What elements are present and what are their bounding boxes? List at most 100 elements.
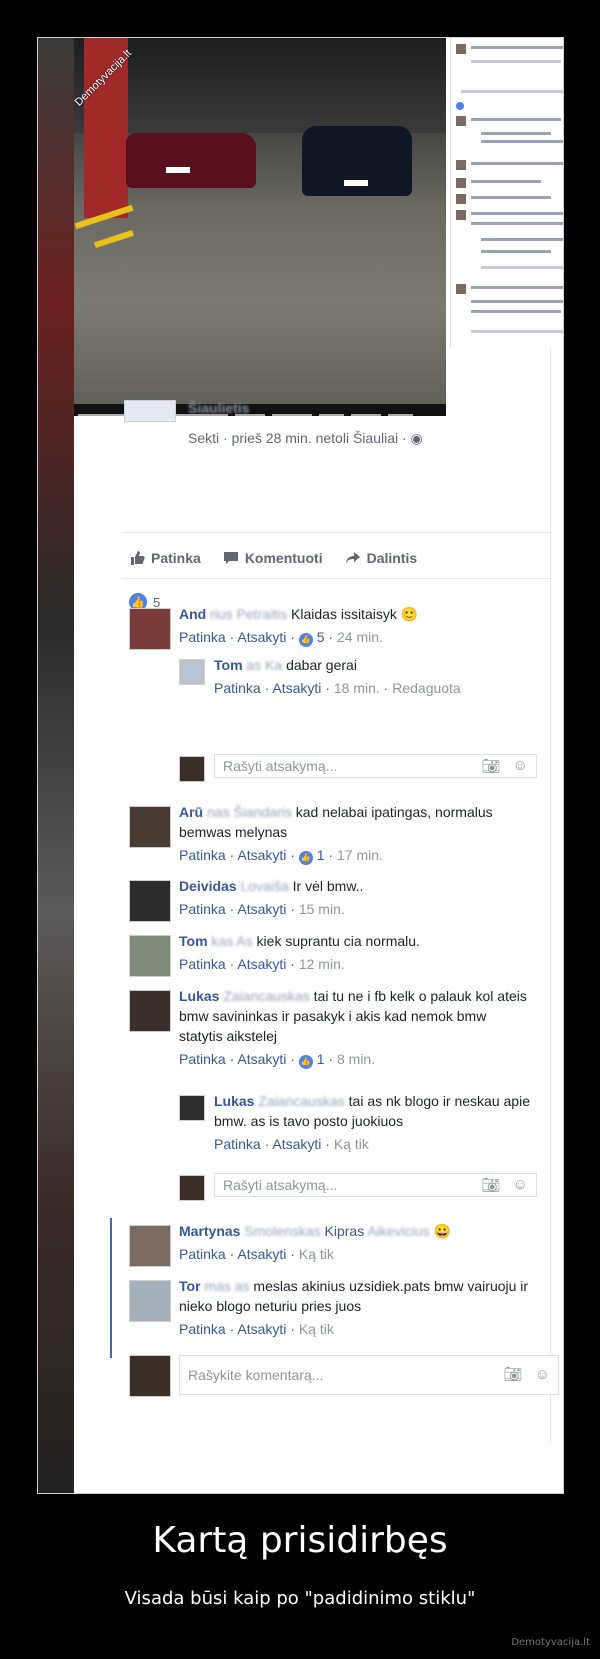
comment-text: kiek suprantu cia normalu. [256, 933, 420, 949]
reply-placeholder: Rašyti atsakymą... [223, 1177, 338, 1193]
commenter-name[interactable]: Martynas [179, 1223, 240, 1239]
share-icon [345, 552, 360, 564]
thumb-avatar [456, 44, 466, 54]
like-button[interactable]: Patinka [129, 546, 201, 570]
comment-like-link[interactable]: Patinka [179, 847, 226, 863]
commenter-name[interactable]: And [179, 606, 206, 622]
comment-like-link[interactable]: Patinka [214, 1136, 261, 1152]
commenter-name[interactable]: Tom [214, 657, 243, 673]
divider [122, 532, 552, 533]
comment-actions: Patinka · Atsakyti · 12 min. [179, 956, 345, 972]
reply-input[interactable]: Rašyti atsakymą... 📷︎ ☺ [214, 1173, 537, 1197]
comment-text: Klaidas issitaisyk 🙂 [291, 606, 419, 622]
commenter-surname: kas As [211, 933, 253, 949]
comment-reply-link[interactable]: Atsakyti [237, 847, 286, 863]
comment-input[interactable]: Rašykite komentarą... 📷︎ ☺ [179, 1355, 559, 1395]
red-car [126, 133, 256, 188]
poster-frame: Demotyvacija.lt Šiaulietis Sekti · prieš… [37, 37, 564, 1494]
comment-time: 8 min. [336, 1051, 376, 1067]
dark-bmw-car [302, 126, 412, 196]
avatar[interactable] [129, 935, 171, 977]
emoji-icon[interactable]: ☺ [513, 1176, 528, 1194]
comment-like-count[interactable]: 1 [317, 1051, 325, 1067]
tagged-user-surname: Aikevicius [367, 1223, 430, 1239]
emoji-icon[interactable]: ☺ [535, 1365, 550, 1385]
comment-actions: Patinka · Atsakyti · 15 min. [179, 901, 345, 917]
share-label: Dalintis [366, 550, 418, 566]
commenter-surname: Lovaiša [240, 878, 289, 894]
comment-actions: Patinka · Atsakyti · 18 min. · Redaguota [214, 680, 461, 696]
commenter-surname: rius Petraitis [210, 606, 288, 622]
reply-input[interactable]: Rašyti atsakymą... 📷︎ ☺ [214, 754, 537, 778]
commenter-name[interactable]: Lukas [179, 988, 219, 1004]
comment-time: 17 min. [336, 847, 383, 863]
avatar[interactable] [129, 1225, 171, 1267]
comment-actions: Patinka · Atsakyti · 👍 5 · 24 min. [179, 629, 383, 647]
post-meta-text: Sekti · prieš 28 min. netoli Šiauliai · [188, 430, 411, 446]
comment-like-link[interactable]: Patinka [179, 1051, 226, 1067]
commenter-name[interactable]: Deividas [179, 878, 237, 894]
camera-icon[interactable]: 📷︎ [482, 1176, 501, 1194]
comment-time: 15 min. [298, 901, 345, 917]
site-watermark: Demotyvacija.lt [511, 1637, 590, 1648]
author-avatar[interactable] [124, 400, 176, 422]
avatar[interactable] [129, 608, 171, 650]
comment-reply-link[interactable]: Atsakyti [272, 1136, 321, 1152]
comment-button[interactable]: Komentuoti [223, 546, 323, 570]
like-reaction-icon: 👍 [298, 1055, 313, 1069]
comment-time: 24 min. [336, 629, 383, 645]
commenter-name[interactable]: Tom [179, 933, 208, 949]
comment-reply-link[interactable]: Atsakyti [237, 629, 286, 645]
like-label: Patinka [151, 550, 201, 566]
comment-like-link[interactable]: Patinka [179, 1246, 226, 1262]
comment-reply-link[interactable]: Atsakyti [237, 1321, 286, 1337]
comment-like-link[interactable]: Patinka [179, 901, 226, 917]
post-meta: Sekti · prieš 28 min. netoli Šiauliai · … [188, 430, 423, 447]
camera-icon[interactable]: 📷︎ [504, 1365, 523, 1385]
comment-reply-link[interactable]: Atsakyti [237, 1051, 286, 1067]
my-avatar [129, 1355, 171, 1397]
comment-like-link[interactable]: Patinka [214, 680, 261, 696]
comment-like-link[interactable]: Patinka [179, 629, 226, 645]
comment-time: 12 min. [298, 956, 345, 972]
avatar[interactable] [129, 1280, 171, 1322]
license-plate [166, 167, 190, 173]
facebook-thumbnail [450, 38, 563, 348]
avatar[interactable] [179, 659, 205, 685]
comment-like-link[interactable]: Patinka [179, 956, 226, 972]
comment-like-link[interactable]: Patinka [179, 1321, 226, 1337]
emoji-icon[interactable]: ☺ [513, 757, 528, 775]
commenter-name[interactable]: Lukas [214, 1093, 254, 1109]
commenter-surname: nas Šiandaris [207, 804, 292, 820]
avatar[interactable] [179, 1095, 205, 1121]
comment-time: 18 min. [333, 680, 380, 696]
comment-placeholder: Rašykite komentarą... [188, 1367, 324, 1383]
comment-reply-link[interactable]: Atsakyti [237, 901, 286, 917]
comment-reply-link[interactable]: Atsakyti [237, 956, 286, 972]
thumbs-up-icon [131, 551, 145, 565]
commenter-name[interactable]: Arū [179, 804, 203, 820]
commenter-name[interactable]: Tor [179, 1278, 201, 1294]
commenter-surname: mas as [204, 1278, 250, 1294]
comment-like-count[interactable]: 5 [317, 629, 325, 645]
commenter-surname: Zaiancauskas [223, 988, 310, 1004]
camera-icon[interactable]: 📷︎ [482, 757, 501, 775]
comment-reply-link[interactable]: Atsakyti [272, 680, 321, 696]
author-name[interactable]: Šiaulietis [188, 400, 249, 416]
grin-emoji-icon: 😀 [433, 1223, 451, 1239]
share-button[interactable]: Dalintis [345, 546, 418, 570]
reply-placeholder: Rašyti atsakymą... [223, 758, 338, 774]
comment-reply-link[interactable]: Atsakyti [237, 1246, 286, 1262]
comment-actions: Patinka · Atsakyti · 👍 1 · 17 min. [179, 847, 383, 865]
avatar[interactable] [129, 880, 171, 922]
comment-time: Ką tik [298, 1321, 334, 1337]
yellow-stripe [94, 229, 134, 249]
avatar[interactable] [129, 990, 171, 1032]
edited-label[interactable]: Redaguota [392, 680, 461, 696]
avatar[interactable] [129, 806, 171, 848]
comment-like-count[interactable]: 1 [317, 847, 325, 863]
comment-actions: Patinka · Atsakyti · Ką tik [179, 1321, 334, 1337]
my-avatar [179, 756, 205, 782]
background-left-strip [38, 38, 74, 1493]
tagged-user[interactable]: Kipras [325, 1223, 365, 1239]
